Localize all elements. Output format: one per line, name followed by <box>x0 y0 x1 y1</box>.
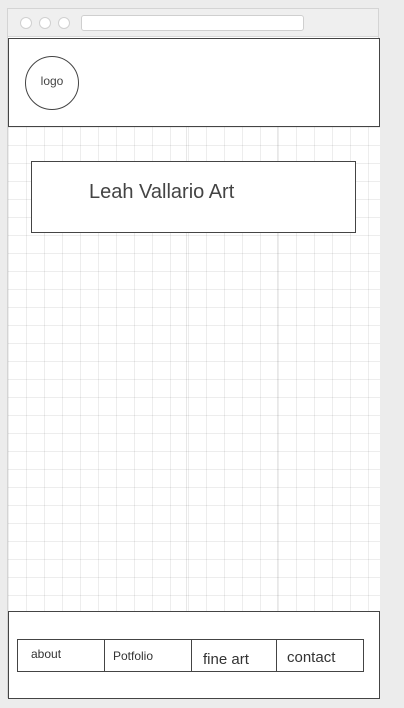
nav-item-label: fine art <box>203 651 249 668</box>
nav-item-label: Potfolio <box>113 649 154 663</box>
logo-placeholder[interactable]: logo <box>25 56 79 110</box>
nav-item-label: about <box>31 647 62 661</box>
nav-item-fine-art[interactable]: fine art <box>191 640 277 671</box>
nav-item-contact[interactable]: contact <box>277 640 363 671</box>
logo-label: logo <box>40 74 64 88</box>
site-title: Leah Vallario Art <box>89 181 235 203</box>
site-header: logo <box>8 38 380 127</box>
nav-item-about[interactable]: about <box>18 640 105 671</box>
content-grid-area: Leah Vallario Art <box>8 127 380 611</box>
window-control-dot[interactable] <box>39 17 51 29</box>
site-footer: about Potfolio fine art contact <box>8 611 380 699</box>
browser-titlebar <box>8 9 378 37</box>
address-bar[interactable] <box>81 15 304 31</box>
hero-title-box: Leah Vallario Art <box>31 161 356 233</box>
browser-window: logo Leah Vallario Art about Potfolio fi… <box>7 8 380 699</box>
nav-item-portfolio[interactable]: Potfolio <box>105 640 192 671</box>
footer-nav: about Potfolio fine art contact <box>17 639 364 672</box>
window-control-dot[interactable] <box>20 17 32 29</box>
nav-item-label: contact <box>287 649 336 666</box>
window-control-dot[interactable] <box>58 17 70 29</box>
